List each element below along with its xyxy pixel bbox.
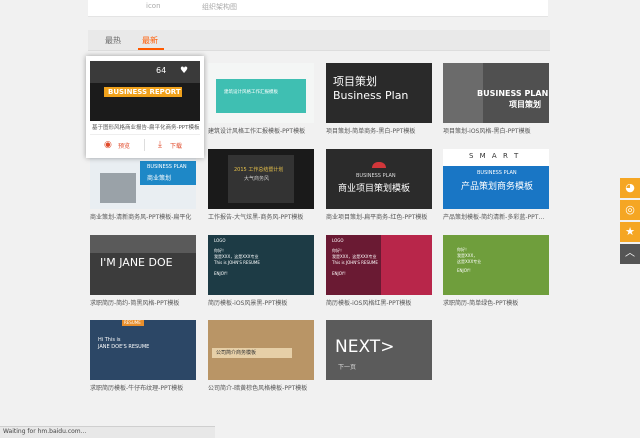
- popup-button-separator: [144, 139, 145, 151]
- thumb-subtitle: BUSINESS PLAN: [477, 170, 517, 176]
- wechat-icon[interactable]: ◕: [620, 178, 640, 198]
- thumb-title: BUSINESS PLAN: [477, 89, 549, 98]
- thumb-logo: LOGO: [332, 238, 344, 243]
- template-caption: 求职简历-简约-简黑风格-PPT模板: [90, 300, 180, 307]
- thumb-subtitle: 大气商务风: [244, 176, 270, 182]
- thumb-line: ENJOY!: [332, 271, 346, 276]
- template-thumbnail: RESUME Hi This is JANE DOE'S RESUME: [90, 320, 196, 380]
- template-card[interactable]: I'M JANE DOE 求职简历-简约-简黑风格-PPT模板: [90, 235, 196, 310]
- thumb-title: BUSINESS PLAN: [147, 164, 187, 170]
- thumb-line: ENJOY!: [214, 271, 228, 276]
- status-text: Waiting for hm.baidu.com...: [3, 428, 87, 435]
- download-icon: ⤓: [158, 140, 162, 150]
- thumb-title: I'M JANE DOE: [100, 256, 173, 269]
- heart-icon[interactable]: ♥: [180, 66, 192, 76]
- tab-hottest[interactable]: 最热: [105, 35, 121, 46]
- tab-active-indicator: [138, 48, 164, 50]
- template-card[interactable]: BUSINESS PLAN 商业策划 商业策划-清新商务风-PPT模板-扁平化: [90, 149, 196, 224]
- template-thumbnail: LOGO 你好！ 我是XXX，这是XXX专业 This is JOHN'S RE…: [326, 235, 432, 295]
- template-card[interactable]: LOGO 你好！ 我是XXX，这是XXX专业 This is JOHN'S RE…: [208, 235, 314, 310]
- template-card[interactable]: LOGO 你好！ 我是XXX，这是XXX专业 This is JOHN'S RE…: [326, 235, 432, 310]
- template-card[interactable]: S M A R T BUSINESS PLAN 产品策划商务模板 产品策划模板-…: [443, 149, 549, 224]
- top-strip: icon 组织架构图: [88, 0, 548, 17]
- thumb-subtitle: 项目策划: [509, 100, 541, 109]
- template-caption: 项目策划-iOS风格-黑白-PPT模板: [443, 128, 531, 135]
- thumb-line: JANE DOE'S RESUME: [98, 344, 150, 350]
- thumb-line: This is JOHN'S RESUME: [214, 260, 260, 265]
- template-caption: 产品策划模板-简约清新-多彩蓝-PPT模板: [443, 214, 549, 221]
- thumb-text: 建筑设计风格工作汇报模板: [224, 90, 278, 95]
- preview-label: 预览: [118, 143, 131, 150]
- template-caption: 公司简介-暗黄棕色风格模板-PPT模板: [208, 385, 308, 392]
- sort-tabs: 最热 最新: [88, 30, 550, 51]
- template-thumbnail: LOGO 你好！ 我是XXX，这是XXX专业 This is JOHN'S RE…: [208, 235, 314, 295]
- thumb-title: 公司简介商务模板: [216, 350, 257, 356]
- template-thumbnail: 项目策划 Business Plan: [326, 63, 432, 123]
- template-caption: 基于图形风格商业报告-扁平化商务-PPT模板: [92, 125, 200, 131]
- template-caption: 项目策划-简单商务-黑白-PPT模板: [326, 128, 416, 135]
- thumb-title: BUSINESS PLAN: [356, 173, 396, 179]
- template-card[interactable]: BUSINESS PLAN 项目策划 项目策划-iOS风格-黑白-PPT模板: [443, 63, 549, 138]
- template-thumbnail: BUSINESS PLAN 商业策划: [90, 149, 196, 209]
- template-thumbnail: BUSINESS PLAN 项目策划: [443, 63, 549, 123]
- thumb-title: RESUME: [124, 320, 141, 325]
- template-thumbnail: 建筑设计风格工作汇报模板: [208, 63, 314, 123]
- thumb-count: 64: [156, 66, 167, 75]
- thumb-logo: LOGO: [214, 238, 226, 243]
- top-label-icon: icon: [146, 2, 161, 10]
- template-thumbnail: S M A R T BUSINESS PLAN 产品策划商务模板: [443, 149, 549, 209]
- thumb-line: Hi This is: [98, 337, 121, 343]
- thumb-title: 2015 工作总结暨计划: [234, 167, 284, 173]
- template-caption: 简历模板-iOS风格红黑-PPT模板: [326, 300, 412, 307]
- template-caption: 求职简历模板-牛仔布纹理-PPT模板: [90, 385, 184, 392]
- template-thumbnail: BUSINESS PLAN 商业项目策划模板: [326, 149, 432, 209]
- thumb-line: ENJOY!: [457, 268, 471, 273]
- thumb-title: BUSINESS REPORT: [108, 88, 181, 96]
- thumb-title: 项目策划: [333, 75, 377, 88]
- next-sublabel: 下一页: [338, 364, 357, 371]
- template-card-hover[interactable]: 64 ♥ BUSINESS REPORT 基于图形风格商业报告-扁平化商务-PP…: [86, 56, 204, 158]
- template-card[interactable]: 公司简介商务模板 公司简介-暗黄棕色风格模板-PPT模板: [208, 320, 314, 395]
- top-label-org: 组织架构图: [202, 3, 237, 11]
- template-thumbnail: 64 ♥ BUSINESS REPORT: [90, 61, 200, 121]
- next-label: NEXT>: [335, 337, 395, 357]
- template-card[interactable]: 你好！ 我是XXX， 这是XXX专业 ENJOY! 求职简历-简单绿色-PPT模…: [443, 235, 549, 310]
- thumb-subtitle: Business Plan: [333, 89, 409, 102]
- star-icon[interactable]: ★: [620, 222, 640, 242]
- thumb-line: This is JOHN'S RESUME: [332, 260, 378, 265]
- template-caption: 商业项目策划-扁平商务-红色-PPT模板: [326, 214, 428, 221]
- thumb-subtitle-cn: 产品策划商务模板: [461, 182, 534, 192]
- template-card[interactable]: BUSINESS PLAN 商业项目策划模板 商业项目策划-扁平商务-红色-PP…: [326, 149, 432, 224]
- template-card[interactable]: 建筑设计风格工作汇报模板 建筑设计风格工作汇报模板-PPT模板: [208, 63, 314, 138]
- weibo-icon[interactable]: ◎: [620, 200, 640, 220]
- next-page-tile[interactable]: NEXT> 下一页: [326, 320, 432, 380]
- template-caption: 简历模板-iOS风景黑-PPT模板: [208, 300, 288, 307]
- template-card[interactable]: 2015 工作总结暨计划 大气商务风 工作报告-大气炫黑-商务风-PPT模板: [208, 149, 314, 224]
- thumb-title: S M A R T: [469, 152, 521, 160]
- template-card[interactable]: RESUME Hi This is JANE DOE'S RESUME 求职简历…: [90, 320, 196, 395]
- template-thumbnail: 你好！ 我是XXX， 这是XXX专业 ENJOY!: [443, 235, 549, 295]
- scroll-top-icon[interactable]: ︿: [620, 244, 640, 264]
- popup-divider: [90, 134, 200, 135]
- thumb-line: 这是XXX专业: [457, 259, 482, 264]
- template-thumbnail: 公司简介商务模板: [208, 320, 314, 380]
- template-caption: 建筑设计风格工作汇报模板-PPT模板: [208, 128, 306, 135]
- tab-newest[interactable]: 最新: [142, 35, 158, 46]
- download-label: 下载: [170, 143, 183, 150]
- browser-status-bar: Waiting for hm.baidu.com...: [0, 426, 215, 438]
- template-thumbnail: 2015 工作总结暨计划 大气商务风: [208, 149, 314, 209]
- eye-icon: ◉: [104, 140, 112, 150]
- template-card[interactable]: 项目策划 Business Plan 项目策划-简单商务-黑白-PPT模板: [326, 63, 432, 138]
- template-caption: 工作报告-大气炫黑-商务风-PPT模板: [208, 214, 304, 221]
- thumb-subtitle: 商业项目策划模板: [338, 184, 411, 194]
- template-thumbnail: I'M JANE DOE: [90, 235, 196, 295]
- thumb-subtitle: 商业策划: [147, 175, 172, 182]
- template-caption: 求职简历-简单绿色-PPT模板: [443, 300, 519, 307]
- template-caption: 商业策划-清新商务风-PPT模板-扁平化: [90, 214, 192, 221]
